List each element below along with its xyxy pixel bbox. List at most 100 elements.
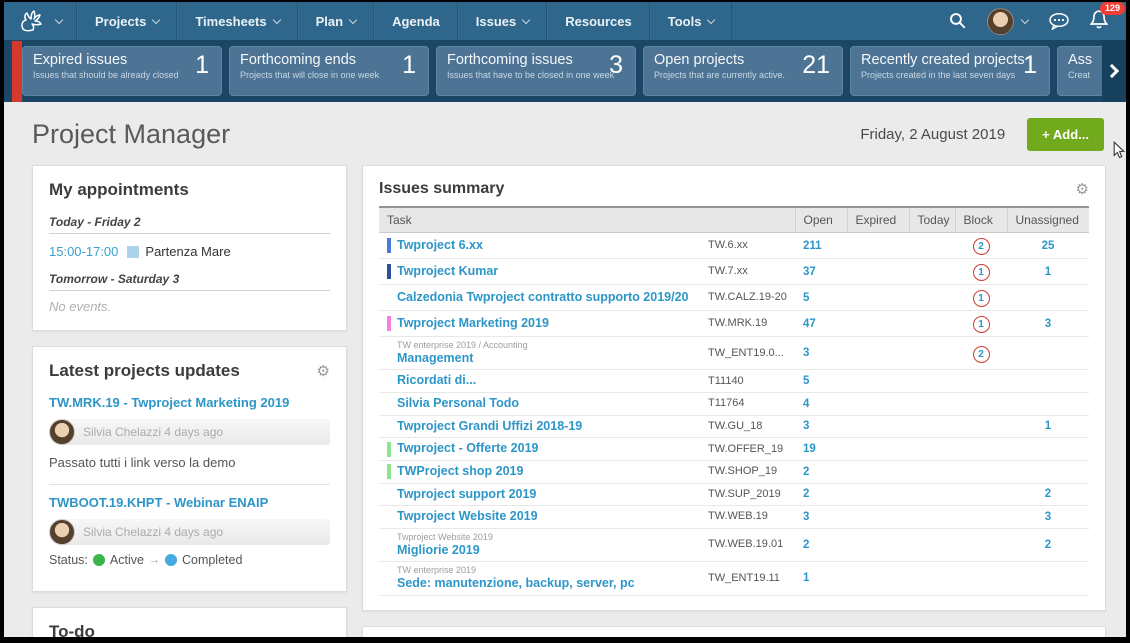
task-link[interactable]: Calzedonia Twproject contratto supporto … bbox=[397, 290, 689, 306]
chat-icon[interactable] bbox=[1048, 12, 1070, 30]
open-count[interactable]: 19 bbox=[795, 438, 847, 461]
block-count-badge[interactable]: 2 bbox=[973, 238, 990, 255]
issue-summary-row: Twproject Kumar TW.7.xx 37 bbox=[379, 259, 1089, 285]
block-count: 2 bbox=[978, 241, 984, 252]
column-header-today[interactable]: Today bbox=[909, 207, 955, 233]
unassigned-count[interactable]: 1 bbox=[1007, 259, 1089, 285]
stat-card[interactable]: Recently created projects 1 Projects cre… bbox=[850, 46, 1050, 96]
nav-menu-item[interactable]: Resources bbox=[547, 2, 649, 40]
nav-menu: Projects Timesheets Plan Agenda bbox=[77, 2, 732, 40]
chevron-right-icon bbox=[1105, 64, 1119, 78]
open-count[interactable]: 211 bbox=[795, 233, 847, 259]
app-logo-menu[interactable] bbox=[4, 2, 77, 40]
open-count[interactable]: 37 bbox=[795, 259, 847, 285]
unassigned-count[interactable] bbox=[1007, 285, 1089, 311]
block-count-badge[interactable]: 1 bbox=[973, 290, 990, 307]
unassigned-count[interactable] bbox=[1007, 438, 1089, 461]
column-header-block[interactable]: Block bbox=[955, 207, 1007, 233]
appointment-item[interactable]: 15:00-17:00 Partenza Mare bbox=[49, 234, 330, 265]
nav-menu-item[interactable]: Tools bbox=[650, 2, 733, 40]
stat-card[interactable]: Open projects 21 Projects that are curre… bbox=[643, 46, 843, 96]
unassigned-count[interactable]: 3 bbox=[1007, 311, 1089, 337]
unassigned-count[interactable]: 25 bbox=[1007, 233, 1089, 259]
stat-card-title: Expired issues bbox=[33, 52, 211, 68]
search-icon[interactable] bbox=[949, 12, 967, 30]
task-link[interactable]: Twproject - Offerte 2019 bbox=[397, 441, 538, 457]
open-count[interactable]: 3 bbox=[795, 337, 847, 370]
user-menu[interactable] bbox=[987, 8, 1028, 35]
open-count[interactable]: 2 bbox=[795, 528, 847, 561]
nav-menu-item[interactable]: Issues bbox=[458, 2, 547, 40]
chevron-down-icon bbox=[522, 15, 530, 23]
stat-card[interactable]: Expired issues 1 Issues that should be a… bbox=[22, 46, 222, 96]
task-link[interactable]: Twproject support 2019 bbox=[397, 487, 536, 503]
open-count[interactable]: 2 bbox=[795, 483, 847, 506]
column-header-expired[interactable]: Expired bbox=[847, 207, 909, 233]
today-count bbox=[909, 483, 955, 506]
unassigned-count[interactable] bbox=[1007, 337, 1089, 370]
open-count[interactable]: 3 bbox=[795, 415, 847, 438]
column-header-open[interactable]: Open bbox=[795, 207, 847, 233]
block-count-badge[interactable]: 2 bbox=[973, 346, 990, 363]
add-button[interactable]: + Add... bbox=[1027, 118, 1104, 151]
todo-panel: To-do comprare kway bbox=[32, 607, 347, 637]
task-code: TW_ENT19.11 bbox=[700, 562, 795, 595]
nav-menu-item[interactable]: Projects bbox=[77, 2, 177, 40]
unassigned-count[interactable]: 3 bbox=[1007, 506, 1089, 529]
application-window: Projects Timesheets Plan Agenda bbox=[0, 0, 1130, 643]
task-link[interactable]: Twproject Grandi Uffizi 2018-19 bbox=[397, 419, 582, 435]
task-link[interactable]: Silvia Personal Todo bbox=[397, 396, 519, 412]
nav-menu-item-label: Agenda bbox=[392, 14, 440, 29]
open-count[interactable]: 3 bbox=[795, 506, 847, 529]
status-label: Status: bbox=[49, 553, 88, 567]
author-row: Silvia Chelazzi 4 days ago bbox=[49, 519, 330, 545]
chevron-down-icon bbox=[272, 15, 280, 23]
task-link[interactable]: TWProject shop 2019 bbox=[397, 464, 523, 480]
notifications-button[interactable]: 129 bbox=[1090, 9, 1108, 34]
open-count[interactable]: 5 bbox=[795, 285, 847, 311]
open-count[interactable]: 2 bbox=[795, 460, 847, 483]
task-link[interactable]: Twproject Website 2019 bbox=[397, 509, 538, 525]
task-link[interactable]: Migliorie 2019 bbox=[397, 543, 493, 559]
unassigned-count[interactable] bbox=[1007, 562, 1089, 595]
column-header-task[interactable]: Task bbox=[379, 207, 795, 233]
today-count bbox=[909, 438, 955, 461]
unassigned-count[interactable] bbox=[1007, 370, 1089, 393]
unassigned-count[interactable]: 2 bbox=[1007, 483, 1089, 506]
block-count-badge[interactable]: 1 bbox=[973, 316, 990, 333]
open-count[interactable]: 4 bbox=[795, 393, 847, 416]
page-header: Project Manager Friday, 2 August 2019 + … bbox=[4, 102, 1126, 161]
project-color-bar bbox=[387, 442, 391, 457]
project-link[interactable]: TW.MRK.19 - Twproject Marketing 2019 bbox=[49, 395, 330, 410]
stat-card[interactable]: Forthcoming ends 1 Projects that will cl… bbox=[229, 46, 429, 96]
expired-count bbox=[847, 233, 909, 259]
column-header-unassigned[interactable]: Unassigned bbox=[1007, 207, 1089, 233]
unassigned-count[interactable]: 1 bbox=[1007, 415, 1089, 438]
task-link[interactable]: Sede: manutenzione, backup, server, pc bbox=[397, 576, 635, 592]
block-count-badge[interactable]: 1 bbox=[973, 264, 990, 281]
open-count[interactable]: 1 bbox=[795, 562, 847, 595]
task-link[interactable]: Ricordati di... bbox=[397, 373, 476, 389]
gear-icon[interactable]: ⚙ bbox=[317, 364, 330, 379]
nav-menu-item[interactable]: Plan bbox=[298, 2, 374, 40]
task-link[interactable]: Management bbox=[397, 351, 528, 367]
nav-menu-item[interactable]: Agenda bbox=[374, 2, 458, 40]
unassigned-count[interactable] bbox=[1007, 460, 1089, 483]
stat-cards-next-button[interactable] bbox=[1102, 40, 1126, 102]
task-link[interactable]: Twproject 6.xx bbox=[397, 238, 483, 254]
task-code: T11140 bbox=[700, 370, 795, 393]
update-entry: TW.MRK.19 - Twproject Marketing 2019 Sil… bbox=[49, 389, 330, 480]
unassigned-count[interactable] bbox=[1007, 393, 1089, 416]
stat-card[interactable]: Forthcoming issues 3 Issues that have to… bbox=[436, 46, 636, 96]
stat-card-value: 1 bbox=[402, 51, 416, 80]
project-link[interactable]: TWBOOT.19.KHPT - Webinar ENAIP bbox=[49, 495, 330, 510]
unassigned-count[interactable]: 2 bbox=[1007, 528, 1089, 561]
task-code: TW.WEB.19 bbox=[700, 506, 795, 529]
nav-menu-item[interactable]: Timesheets bbox=[177, 2, 297, 40]
gear-icon[interactable]: ⚙ bbox=[1076, 182, 1089, 197]
open-count[interactable]: 5 bbox=[795, 370, 847, 393]
nav-menu-item-label: Projects bbox=[95, 14, 146, 29]
task-link[interactable]: Twproject Kumar bbox=[397, 264, 498, 280]
open-count[interactable]: 47 bbox=[795, 311, 847, 337]
task-link[interactable]: Twproject Marketing 2019 bbox=[397, 316, 549, 332]
